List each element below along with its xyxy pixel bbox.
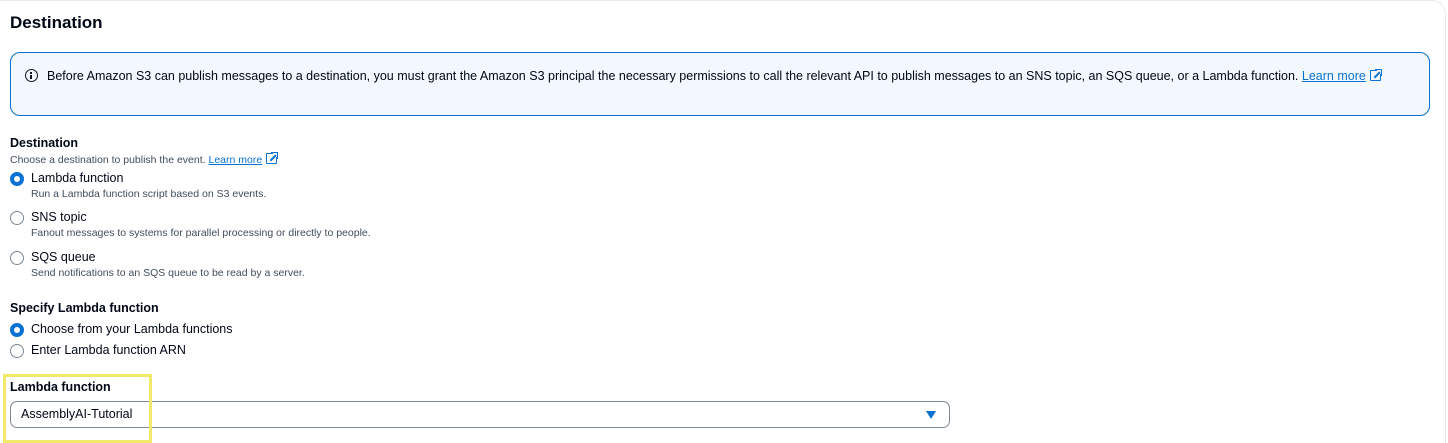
destination-label: Destination [10,136,79,150]
destination-panel: Destination Before Amazon S3 can publish… [0,0,1446,443]
specify-lambda-label: Specify Lambda function [10,301,159,315]
info-icon [25,69,38,82]
radio-label: SQS queue [31,250,96,264]
radio-button[interactable] [10,344,24,358]
info-alert: Before Amazon S3 can publish messages to… [10,52,1430,116]
radio-description: Run a Lambda function script based on S3… [31,188,267,200]
radio-button[interactable] [10,211,24,225]
caret-down-icon [926,411,936,419]
section-title: Destination [10,13,103,32]
radio-button-checked[interactable] [10,172,24,186]
radio-description: Send notifications to an SQS queue to be… [31,267,305,279]
alert-message: Before Amazon S3 can publish messages to… [47,67,1387,86]
radio-button[interactable] [10,251,24,265]
radio-label: Lambda function [31,171,124,185]
external-link-icon [266,151,280,164]
highlight-annotation [3,374,152,443]
alert-learn-more-link[interactable]: Learn more [1302,68,1383,83]
radio-description: Fanout messages to systems for parallel … [31,227,371,239]
alert-text: Before Amazon S3 can publish messages to… [47,69,1299,83]
radio-label: Choose from your Lambda functions [31,322,233,336]
radio-label: Enter Lambda function ARN [31,343,186,357]
radio-label: SNS topic [31,210,87,224]
destination-description: Choose a destination to publish the even… [10,151,280,166]
external-link-icon [1369,68,1383,81]
radio-button-checked[interactable] [10,323,24,337]
destination-learn-more-link[interactable]: Learn more [208,151,280,166]
